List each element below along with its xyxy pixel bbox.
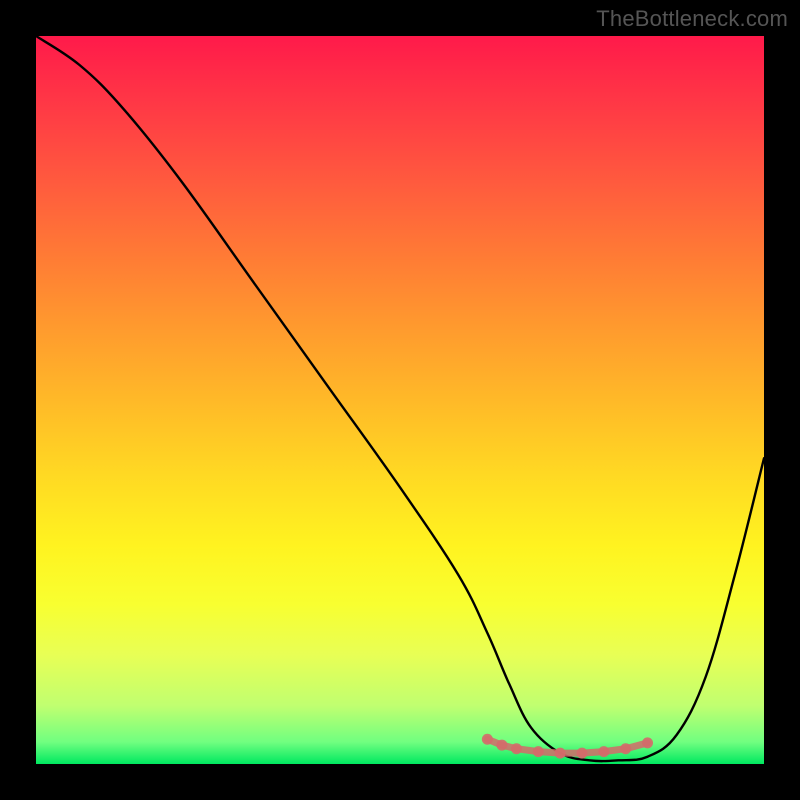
chart-container: TheBottleneck.com — [0, 0, 800, 800]
marker-dot — [511, 743, 522, 754]
marker-dot — [620, 743, 631, 754]
bottom-markers-group — [482, 734, 653, 759]
marker-dot — [555, 748, 566, 759]
plot-area — [36, 36, 764, 764]
curve-svg — [36, 36, 764, 764]
marker-dot — [642, 737, 653, 748]
marker-dot — [496, 740, 507, 751]
watermark-text: TheBottleneck.com — [596, 6, 788, 32]
marker-dot — [482, 734, 493, 745]
bottleneck-curve — [36, 36, 764, 761]
marker-dot — [533, 746, 544, 757]
marker-dot — [598, 746, 609, 757]
marker-dot — [577, 748, 588, 759]
